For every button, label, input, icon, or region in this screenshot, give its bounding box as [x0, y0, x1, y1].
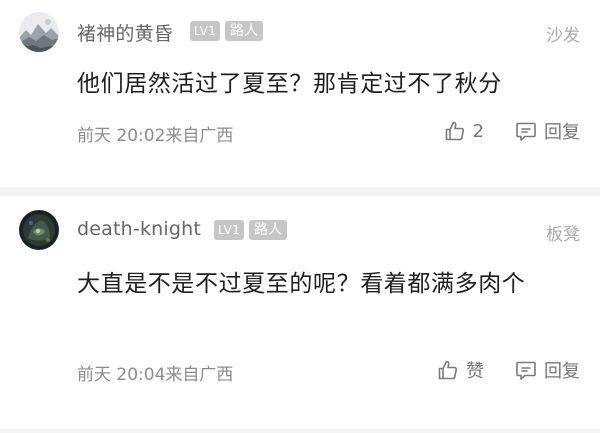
username[interactable]: 褚神的黄昏 [77, 19, 173, 46]
comment-item: death-knight LV1 路人 板凳 大直是不是不过夏至的呢？看着都满多… [0, 196, 600, 433]
level-badge: LV1 [190, 21, 221, 41]
level-badge: LV1 [214, 220, 245, 240]
user-avatar[interactable] [19, 12, 59, 52]
like-count: 2 [472, 120, 484, 142]
thumbs-up-icon [438, 360, 458, 380]
user-badges: LV1 路人 [214, 220, 288, 240]
role-badge: 路人 [249, 220, 288, 240]
user-avatar[interactable] [19, 210, 59, 250]
reply-button[interactable]: 回复 [514, 357, 580, 383]
landscape-avatar-icon [19, 12, 59, 52]
comment-actions: 赞 回复 [436, 357, 580, 383]
floor-label: 沙发 [546, 26, 580, 46]
floor-label: 板凳 [546, 225, 580, 245]
username[interactable]: death-knight [77, 218, 201, 240]
comment-separator [0, 187, 600, 196]
comment-bubble-icon [516, 122, 536, 141]
like-label: 赞 [466, 361, 484, 382]
comment-actions: 2 回复 [443, 118, 580, 144]
comment-meta: 前天 20:04来自广西 [77, 365, 234, 385]
bottom-separator [0, 429, 600, 433]
reply-label: 回复 [544, 122, 580, 143]
comment-bubble-icon [516, 361, 536, 380]
comment-meta: 前天 20:02来自广西 [77, 126, 234, 146]
user-badges: LV1 路人 [190, 21, 264, 41]
comment-item: 褚神的黄昏 LV1 路人 沙发 他们居然活过了夏至？那肯定过不了秋分 前天 20… [0, 0, 600, 188]
comment-text: 大直是不是不过夏至的呢？看着都满多肉个 [77, 271, 526, 297]
reply-label: 回复 [544, 361, 580, 382]
reply-button[interactable]: 回复 [514, 118, 580, 144]
like-button[interactable]: 2 [443, 119, 484, 143]
thumbs-up-icon [445, 121, 464, 141]
like-button[interactable]: 赞 [436, 357, 484, 383]
comment-text: 他们居然活过了夏至？那肯定过不了秋分 [77, 71, 502, 97]
role-badge: 路人 [225, 21, 264, 41]
comment-list: 褚神的黄昏 LV1 路人 沙发 他们居然活过了夏至？那肯定过不了秋分 前天 20… [0, 0, 600, 433]
dark-character-avatar-icon [19, 210, 59, 250]
